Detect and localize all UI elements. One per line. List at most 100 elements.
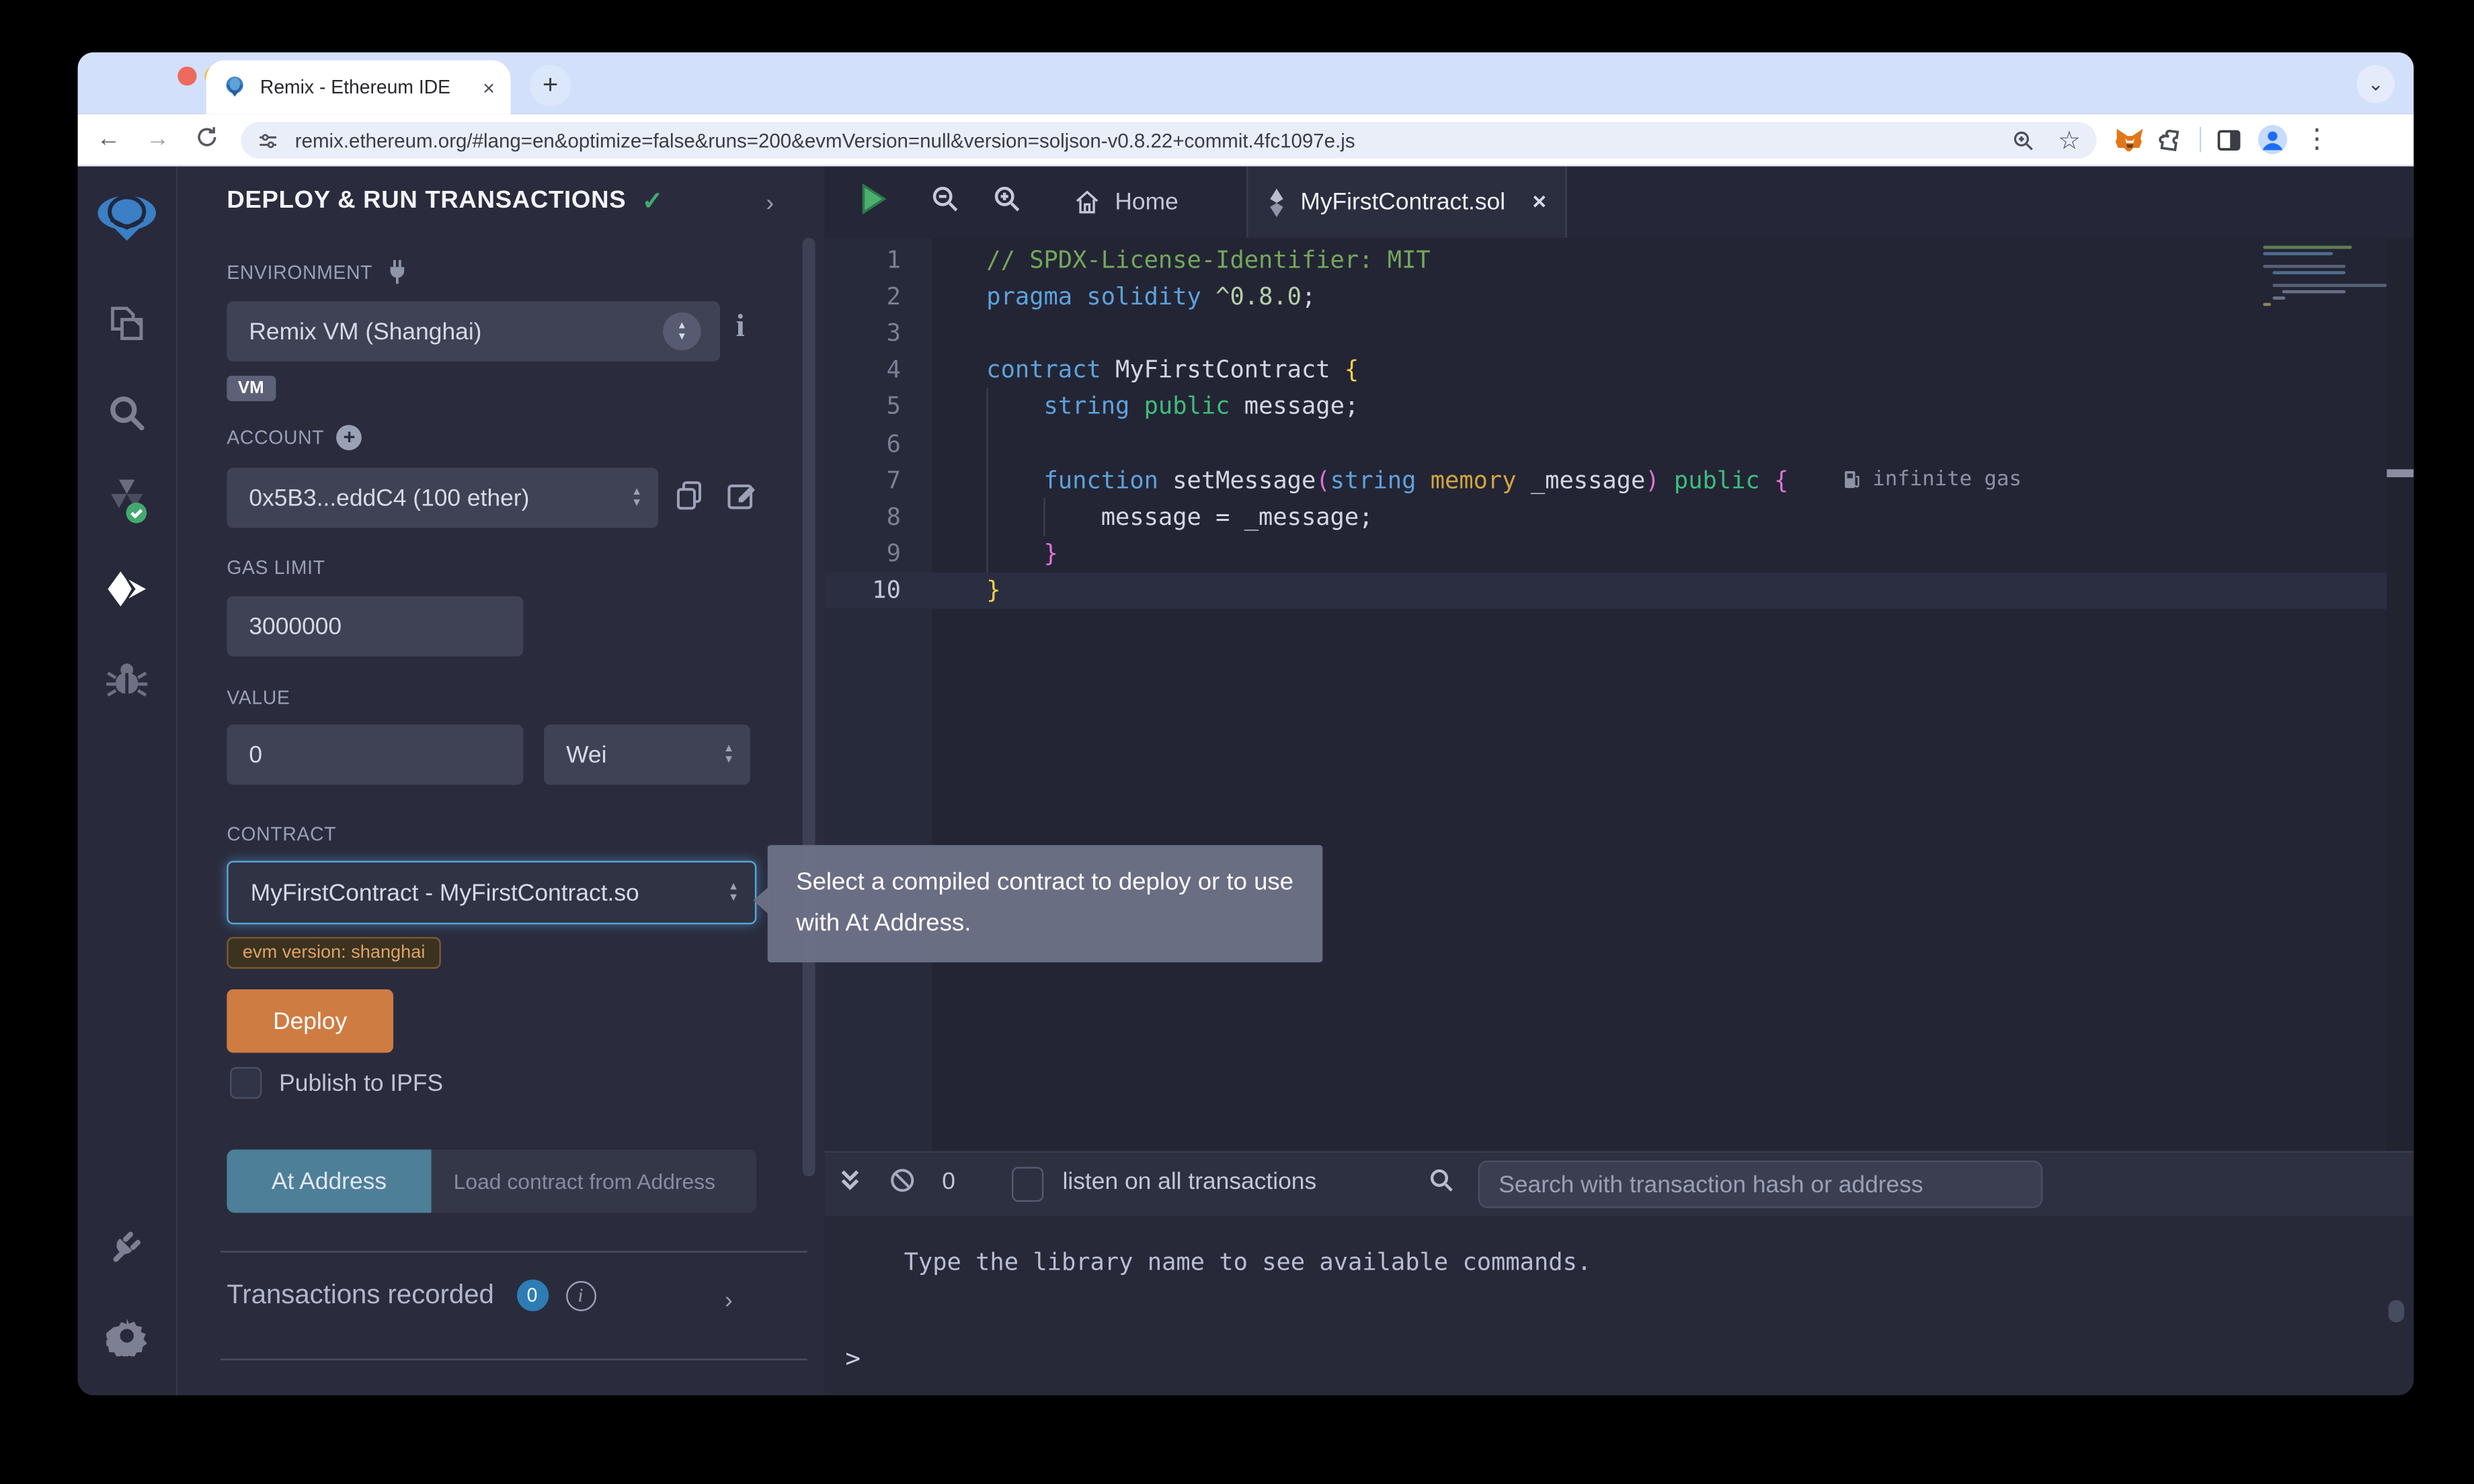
settings-gear-icon[interactable] [106, 1315, 147, 1364]
terminal-collapse-icon[interactable] [840, 1169, 861, 1200]
tab-home[interactable]: Home [1055, 167, 1197, 238]
line-number: 7 [825, 466, 932, 494]
address-bar[interactable]: remix.ethereum.org/#lang=en&optimize=fal… [241, 122, 2097, 159]
account-select[interactable]: 0x5B3...eddC4 (100 ether) ▲▼ [227, 468, 658, 528]
terminal-scrollbar[interactable] [2389, 1300, 2405, 1322]
code-line[interactable]: 5 string public message; [825, 388, 2387, 425]
environment-select-carets[interactable]: ▲▼ [663, 313, 701, 351]
mac-close-button[interactable] [177, 67, 196, 85]
debugger-icon[interactable] [106, 661, 147, 706]
forward-button[interactable]: → [146, 125, 169, 152]
panel-title: DEPLOY & RUN TRANSACTIONS ✓ [227, 186, 664, 217]
value-unit-select[interactable]: Wei ▲▼ [544, 725, 750, 785]
indent-guide [986, 388, 988, 573]
code-line[interactable]: 2pragma solidity ^0.8.0; [825, 278, 2387, 315]
evm-version-badge: evm version: shanghai [227, 937, 441, 968]
code-line[interactable]: 4contract MyFirstContract { [825, 352, 2387, 388]
site-settings-icon[interactable] [257, 129, 279, 151]
desktop-background: Remix - Ethereum IDE × + ⌄ ← → remix.eth… [0, 0, 2474, 1484]
code-line[interactable]: 6 [825, 425, 2387, 462]
environment-label: ENVIRONMENT [227, 259, 409, 286]
listen-transactions-checkbox[interactable] [1012, 1167, 1043, 1202]
add-account-icon[interactable]: + [337, 425, 362, 450]
deploy-button[interactable]: Deploy [227, 989, 393, 1053]
zoom-page-icon[interactable] [2010, 128, 2036, 153]
browser-window: Remix - Ethereum IDE × + ⌄ ← → remix.eth… [78, 52, 2414, 1395]
transactions-count-badge: 0 [516, 1280, 548, 1311]
publish-ipfs-checkbox[interactable] [230, 1067, 262, 1099]
transactions-recorded-row[interactable]: Transactions recorded 0 i [227, 1280, 595, 1311]
profile-avatar[interactable] [2257, 124, 2288, 155]
line-number: 6 [825, 429, 932, 457]
environment-info-icon[interactable]: i [736, 309, 745, 345]
side-panel-icon[interactable] [2212, 124, 2244, 155]
compiled-check-icon: ✓ [642, 186, 664, 217]
terminal-hint-message: Type the library name to see available c… [904, 1248, 1592, 1276]
value-label: VALUE [227, 686, 290, 708]
file-explorer-icon[interactable] [106, 305, 147, 351]
search-icon[interactable] [107, 393, 147, 441]
code-editor[interactable]: 1// SPDX-License-Identifier: MIT2pragma … [825, 238, 2414, 1151]
contract-select[interactable]: MyFirstContract - MyFirstContract.so ▲▼ [227, 861, 756, 924]
code-line[interactable]: 9 } [825, 535, 2387, 572]
browser-tab[interactable]: Remix - Ethereum IDE × [206, 60, 511, 114]
metamask-extension-icon[interactable] [2114, 124, 2146, 155]
back-button[interactable]: ← [97, 125, 120, 152]
zoom-out-icon[interactable] [930, 183, 961, 221]
terminal-search-input[interactable] [1478, 1161, 2043, 1208]
listen-transactions-label: listen on all transactions [1063, 1169, 1317, 1196]
terminal-prompt[interactable]: > [845, 1343, 861, 1373]
environment-select[interactable]: Remix VM (Shanghai) ▲▼ [227, 301, 720, 362]
account-label: ACCOUNT + [227, 425, 362, 450]
transactions-expand-chevron[interactable]: › [725, 1287, 733, 1314]
plugin-manager-icon[interactable] [106, 1225, 147, 1274]
transactions-info-icon[interactable]: i [565, 1280, 596, 1311]
editor-minimap[interactable] [2253, 243, 2387, 354]
deploy-run-icon[interactable] [105, 570, 149, 619]
solidity-file-icon [1267, 188, 1286, 216]
panel-divider-bottom [221, 1359, 807, 1360]
panel-scrollbar[interactable] [803, 238, 815, 1177]
at-address-group: At Address [227, 1149, 756, 1212]
at-address-input[interactable] [432, 1149, 757, 1212]
reload-button[interactable] [195, 125, 218, 155]
tab-search-chevron-icon[interactable]: ⌄ [2356, 65, 2395, 104]
publish-ipfs-row: Publish to IPFS [230, 1067, 443, 1099]
terminal-output[interactable]: Type the library name to see available c… [825, 1216, 2414, 1395]
remix-favicon [222, 75, 247, 100]
browser-menu-icon[interactable]: ⋮ [2301, 124, 2333, 155]
plug-icon[interactable] [385, 259, 409, 286]
vm-badge: VM [227, 376, 275, 401]
code-line[interactable]: 7 function setMessage(string memory _mes… [825, 462, 2387, 499]
edit-account-icon[interactable] [726, 481, 756, 519]
remix-app: DEPLOY & RUN TRANSACTIONS ✓ › ENVIRONMEN… [78, 167, 2414, 1395]
clear-console-icon[interactable] [889, 1167, 916, 1202]
zoom-in-icon[interactable] [992, 183, 1023, 221]
tab-myfirstcontract[interactable]: MyFirstContract.sol × [1246, 167, 1567, 238]
copy-account-icon[interactable] [676, 481, 703, 519]
deploy-run-panel: DEPLOY & RUN TRANSACTIONS ✓ › ENVIRONMEN… [177, 167, 824, 1395]
contract-tooltip: Select a compiled contract to deploy or … [768, 845, 1323, 962]
terminal-search-icon [1428, 1167, 1455, 1202]
close-tab-icon[interactable]: × [1532, 189, 1546, 216]
code-line[interactable]: 3 [825, 315, 2387, 352]
extensions-puzzle-icon[interactable] [2155, 124, 2187, 155]
terminal-toolbar: 0 listen on all transactions [825, 1151, 2414, 1217]
code-line[interactable]: 1// SPDX-License-Identifier: MIT [825, 241, 2387, 278]
transactions-recorded-label: Transactions recorded [227, 1280, 494, 1311]
run-script-icon[interactable] [861, 183, 887, 221]
url-text[interactable]: remix.ethereum.org/#lang=en&optimize=fal… [295, 129, 2011, 151]
at-address-button[interactable]: At Address [227, 1149, 431, 1212]
editor-scrollbar[interactable] [2387, 238, 2413, 1151]
code-line[interactable]: 10} [825, 572, 2387, 609]
tab-title: Remix - Ethereum IDE [260, 76, 483, 98]
code-line[interactable]: 8 message = _message; [825, 498, 2387, 535]
line-number: 2 [825, 282, 932, 310]
bookmark-star-icon[interactable]: ☆ [2058, 124, 2081, 156]
gas-limit-input[interactable] [227, 596, 523, 657]
tab-close-icon[interactable]: × [483, 75, 495, 99]
solidity-compiler-icon[interactable] [106, 477, 147, 532]
panel-pin-chevron-icon[interactable]: › [766, 190, 774, 217]
value-input[interactable] [227, 725, 523, 785]
new-tab-button[interactable]: + [530, 65, 571, 106]
